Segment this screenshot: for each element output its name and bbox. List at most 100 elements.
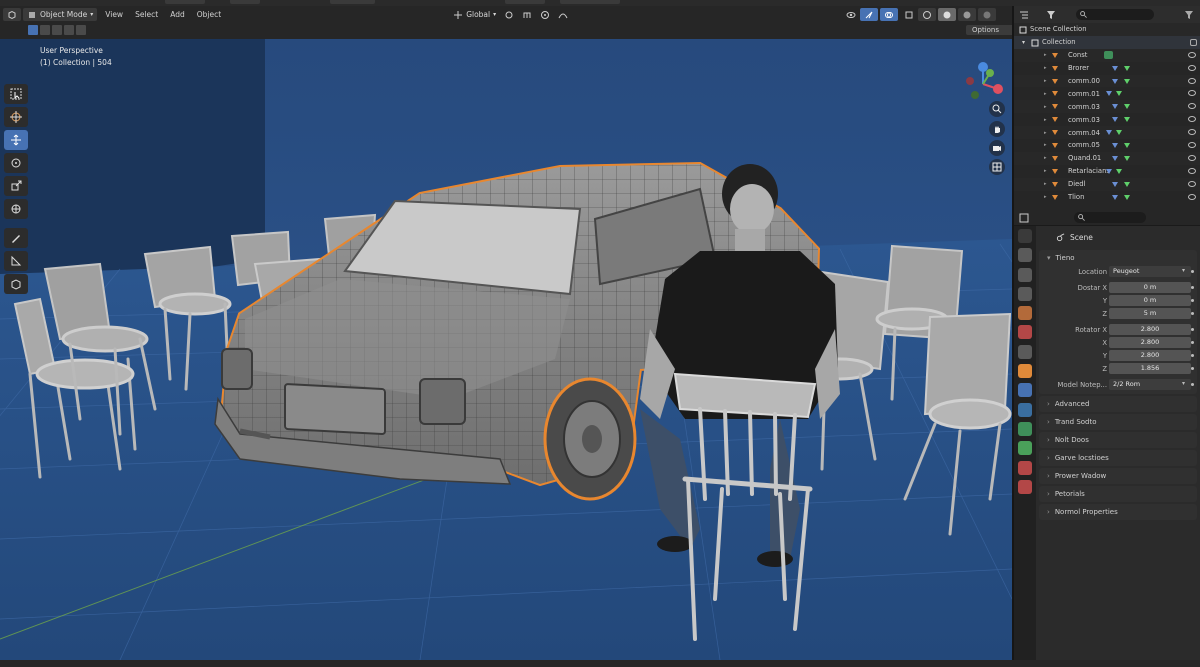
menu-select[interactable]: Select xyxy=(129,10,164,19)
menu-object[interactable]: Object xyxy=(191,10,227,19)
eye-icon[interactable] xyxy=(1188,129,1196,136)
expand-arrow-icon[interactable]: ▸ xyxy=(1044,91,1047,97)
texture-tab-icon[interactable] xyxy=(1018,479,1032,494)
keyframe-dot-icon[interactable] xyxy=(1191,312,1194,315)
mode-select[interactable]: Object Mode ▾ xyxy=(23,8,98,21)
shading-wireframe-button[interactable] xyxy=(918,8,936,21)
gizmo-button[interactable] xyxy=(860,8,878,21)
expand-arrow-icon[interactable]: ▸ xyxy=(1044,65,1047,71)
outliner-item[interactable]: ▸ comm.03 xyxy=(1014,100,1200,114)
field-number-input[interactable]: 1.856 xyxy=(1109,363,1191,374)
expand-arrow-icon[interactable]: ▸ xyxy=(1044,155,1047,161)
collapsed-panel[interactable]: › Advanced xyxy=(1039,396,1197,412)
projection-toggle-button[interactable] xyxy=(989,159,1005,175)
filter-icon[interactable] xyxy=(1046,10,1056,20)
material-tab-icon[interactable] xyxy=(1018,460,1032,475)
field-select[interactable]: Peugeot xyxy=(1109,266,1191,277)
rotate-tool[interactable] xyxy=(4,153,28,173)
view-layer-tab-icon[interactable] xyxy=(1018,286,1032,301)
menu-view[interactable]: View xyxy=(99,10,129,19)
scale-tool[interactable] xyxy=(4,176,28,196)
expand-arrow-icon[interactable]: ▸ xyxy=(1044,168,1047,174)
transform-tool[interactable] xyxy=(4,199,28,219)
eye-icon[interactable] xyxy=(1188,180,1196,187)
outliner-item[interactable]: ▸ comm.00 xyxy=(1014,74,1200,88)
modifier-tab-icon[interactable] xyxy=(1018,383,1032,398)
keyframe-dot-icon[interactable] xyxy=(1191,383,1194,386)
properties-editor-icon[interactable] xyxy=(1019,213,1029,223)
constraints-tab-icon[interactable] xyxy=(1018,441,1032,456)
keyframe-dot-icon[interactable] xyxy=(1191,286,1194,289)
keyframe-dot-icon[interactable] xyxy=(1191,367,1194,370)
eye-icon[interactable] xyxy=(1188,64,1196,71)
snap-button[interactable] xyxy=(518,8,536,21)
physics-tab-icon[interactable] xyxy=(1018,421,1032,436)
field-number-input[interactable]: 2.800 xyxy=(1109,350,1191,361)
eye-icon[interactable] xyxy=(1188,142,1196,149)
workspace-tab[interactable] xyxy=(560,0,620,4)
keyframe-dot-icon[interactable] xyxy=(1191,270,1194,273)
field-number-input[interactable]: 2.800 xyxy=(1109,324,1191,335)
eye-icon[interactable] xyxy=(1188,103,1196,110)
object-tab-icon[interactable] xyxy=(1018,364,1032,379)
render-tab-icon[interactable] xyxy=(1018,248,1032,263)
field-select[interactable]: 2/2 Rom xyxy=(1109,379,1191,390)
3d-viewport[interactable]: User Perspective (1) Collection | 504 xyxy=(0,39,1012,660)
eye-icon[interactable] xyxy=(1188,167,1196,174)
collection-tab-icon[interactable] xyxy=(1018,344,1032,359)
visibility-button[interactable] xyxy=(842,8,860,21)
collapsed-panel[interactable]: › Nolt Doos xyxy=(1039,432,1197,448)
outliner-item[interactable]: ▸ Tlion xyxy=(1014,191,1200,204)
camera-view-button[interactable] xyxy=(989,140,1005,156)
field-number-input[interactable]: 2.800 xyxy=(1109,337,1191,348)
shading-rendered-button[interactable] xyxy=(978,8,996,21)
keyframe-dot-icon[interactable] xyxy=(1191,354,1194,357)
keyframe-dot-icon[interactable] xyxy=(1191,328,1194,331)
workspace-tab[interactable] xyxy=(230,0,260,4)
panel-header[interactable]: ▾ Tieno xyxy=(1039,250,1197,265)
shading-material-button[interactable] xyxy=(958,8,976,21)
select-mode-intersect-button[interactable] xyxy=(76,25,86,35)
particles-tab-icon[interactable] xyxy=(1018,402,1032,417)
transform-orientation-select[interactable]: Global ▾ xyxy=(449,8,500,21)
select-box-tool[interactable] xyxy=(4,84,28,104)
outliner-item[interactable]: ▸ Const xyxy=(1014,48,1200,62)
outliner-item[interactable]: ▸ comm.01 xyxy=(1014,87,1200,100)
expand-arrow-icon[interactable]: ▸ xyxy=(1044,181,1047,187)
eye-icon[interactable] xyxy=(1188,154,1196,161)
collapsed-panel[interactable]: › Normol Properties xyxy=(1039,504,1197,520)
eye-icon[interactable] xyxy=(1188,51,1196,58)
expand-arrow-icon[interactable]: ▸ xyxy=(1044,130,1047,136)
expand-arrow-icon[interactable]: ▸ xyxy=(1044,142,1047,148)
axis-gizmo[interactable] xyxy=(960,61,1006,107)
field-number-input[interactable]: 0 m xyxy=(1109,282,1191,293)
add-cube-tool[interactable] xyxy=(4,274,28,294)
outliner-item[interactable]: ▸ Diedl xyxy=(1014,177,1200,191)
field-number-input[interactable]: 0 m xyxy=(1109,295,1191,306)
zoom-button[interactable] xyxy=(989,101,1005,117)
editor-type-button[interactable] xyxy=(3,8,21,21)
eye-icon[interactable] xyxy=(1188,116,1196,123)
pivot-button[interactable] xyxy=(500,8,518,21)
outliner-item[interactable]: ▸ Brorer xyxy=(1014,62,1200,75)
filter-funnel-icon[interactable] xyxy=(1184,10,1194,20)
outliner-editor-icon[interactable] xyxy=(1019,10,1029,20)
annotate-tool[interactable] xyxy=(4,228,28,248)
keyframe-dot-icon[interactable] xyxy=(1191,299,1194,302)
collapsed-panel[interactable]: › Petorials xyxy=(1039,486,1197,502)
select-mode-invert-button[interactable] xyxy=(64,25,74,35)
expand-arrow-icon[interactable]: ▸ xyxy=(1044,194,1047,200)
collapsed-panel[interactable]: › Trand Sodto xyxy=(1039,414,1197,430)
outliner-item[interactable]: ▸ Quand.01 xyxy=(1014,151,1200,165)
outliner-scene-collection[interactable]: Scene Collection xyxy=(1014,23,1200,36)
eye-icon[interactable] xyxy=(1188,90,1196,97)
select-mode-extend-button[interactable] xyxy=(40,25,50,35)
menu-add[interactable]: Add xyxy=(164,10,191,19)
keyframe-dot-icon[interactable] xyxy=(1191,341,1194,344)
measure-tool[interactable] xyxy=(4,251,28,271)
eye-icon[interactable] xyxy=(1188,77,1196,84)
select-mode-subtract-button[interactable] xyxy=(52,25,62,35)
shading-solid-button[interactable] xyxy=(938,8,956,21)
cursor-tool[interactable] xyxy=(4,107,28,127)
tool-tab-icon[interactable] xyxy=(1018,229,1032,243)
